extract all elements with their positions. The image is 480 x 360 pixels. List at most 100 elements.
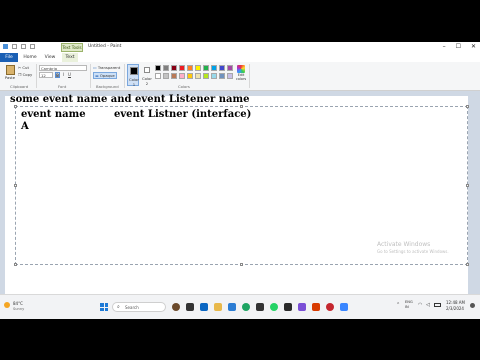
- app-icon-6[interactable]: [298, 303, 306, 311]
- column1-header-text: event name: [21, 109, 86, 120]
- app-icon-3[interactable]: [228, 303, 236, 311]
- resize-handle[interactable]: [240, 263, 243, 266]
- minimize-button[interactable]: –: [443, 43, 446, 50]
- transparent-label: Transparent: [97, 65, 121, 70]
- whatsapp-icon[interactable]: [270, 303, 278, 311]
- copy-icon: ❐: [18, 72, 22, 77]
- undo-icon[interactable]: [21, 44, 26, 49]
- tab-view[interactable]: View: [42, 53, 58, 62]
- palette-color-swatch[interactable]: [195, 73, 201, 79]
- resize-handle[interactable]: [14, 263, 17, 266]
- color-palette: [155, 65, 235, 81]
- paint-app-icon[interactable]: [340, 303, 348, 311]
- palette-color-swatch[interactable]: [163, 73, 169, 79]
- color2-button[interactable]: Color 2: [141, 64, 153, 86]
- opaque-button[interactable]: ▬ Opaque: [93, 72, 117, 79]
- canvas-workspace: some event name and event Listener name …: [0, 91, 480, 317]
- palette-color-swatch[interactable]: [187, 73, 193, 79]
- copy-button[interactable]: ❐ Copy: [18, 72, 32, 77]
- weather-text: Sunny: [13, 307, 25, 311]
- title-bar: Text Tools Untitled - Paint – ☐ ✕: [0, 42, 480, 53]
- file-explorer-icon[interactable]: [214, 303, 222, 311]
- tab-file[interactable]: File: [0, 53, 18, 62]
- palette-color-swatch[interactable]: [227, 73, 233, 79]
- palette-color-swatch[interactable]: [211, 73, 217, 79]
- tab-home[interactable]: Home: [22, 53, 38, 62]
- app-icon-5[interactable]: [284, 303, 292, 311]
- task-view-icon[interactable]: [186, 303, 194, 311]
- app-icon-4[interactable]: [256, 303, 264, 311]
- sun-icon: [4, 302, 10, 308]
- windows-logo-icon: [100, 303, 104, 307]
- tab-text[interactable]: Text: [62, 53, 78, 62]
- drawing-canvas[interactable]: some event name and event Listener name …: [5, 94, 469, 317]
- resize-handle[interactable]: [466, 184, 469, 187]
- color-wheel-icon: [237, 65, 245, 73]
- palette-color-swatch[interactable]: [211, 65, 217, 71]
- wifi-icon[interactable]: ◠: [418, 302, 422, 308]
- edit-colors-button[interactable]: Edit colors: [236, 64, 246, 86]
- app-icon-1[interactable]: [172, 303, 180, 311]
- maximize-button[interactable]: ☐: [456, 43, 461, 50]
- color1-button[interactable]: Color 1: [127, 64, 139, 87]
- palette-color-swatch[interactable]: [155, 73, 161, 79]
- row1-text: A: [21, 121, 29, 132]
- language-indicator[interactable]: ENG IN: [405, 300, 413, 310]
- palette-color-swatch[interactable]: [195, 65, 201, 71]
- app-icon-8[interactable]: [326, 303, 334, 311]
- palette-color-swatch[interactable]: [187, 65, 193, 71]
- italic-button[interactable]: I: [61, 72, 66, 78]
- palette-color-swatch[interactable]: [219, 65, 225, 71]
- quick-access-toolbar: [3, 44, 35, 49]
- speaker-icon[interactable]: ◁: [426, 302, 430, 308]
- bold-button[interactable]: B: [55, 72, 60, 78]
- resize-handle[interactable]: [240, 105, 243, 108]
- font-size-value: 12: [41, 73, 46, 78]
- color1-swatch: [130, 67, 138, 75]
- underline-button[interactable]: U: [67, 72, 72, 78]
- palette-color-swatch[interactable]: [155, 65, 161, 71]
- palette-color-swatch[interactable]: [179, 65, 185, 71]
- ribbon: Paste ✂ Cut ❐ Copy Clipboard Cambria 12 …: [0, 62, 480, 91]
- resize-handle[interactable]: [466, 263, 469, 266]
- resize-handle[interactable]: [466, 105, 469, 108]
- palette-color-swatch[interactable]: [179, 73, 185, 79]
- clock-date[interactable]: 2/3/2024: [446, 306, 464, 311]
- resize-handle[interactable]: [14, 105, 17, 108]
- cut-button[interactable]: ✂ Cut: [18, 65, 29, 70]
- palette-color-swatch[interactable]: [171, 65, 177, 71]
- font-family-select[interactable]: Cambria: [39, 65, 87, 71]
- color2-label: Color 2: [142, 76, 152, 86]
- taskbar-search-box[interactable]: ⌕ Search: [112, 302, 166, 312]
- palette-color-swatch[interactable]: [171, 73, 177, 79]
- battery-icon[interactable]: [434, 303, 441, 307]
- clock-time[interactable]: 12:48 AM: [446, 300, 465, 305]
- group-divider: [36, 64, 37, 88]
- scissors-icon: ✂: [18, 65, 22, 70]
- palette-color-swatch[interactable]: [203, 73, 209, 79]
- save-icon[interactable]: [12, 44, 17, 49]
- group-divider: [90, 64, 91, 88]
- app-icon-7[interactable]: [312, 303, 320, 311]
- close-button[interactable]: ✕: [471, 43, 476, 50]
- opaque-icon: ▬: [95, 73, 99, 78]
- taskbar-search-placeholder: Search: [125, 305, 139, 310]
- group-divider: [124, 64, 125, 88]
- palette-color-swatch[interactable]: [219, 73, 225, 79]
- palette-color-swatch[interactable]: [163, 65, 169, 71]
- tray-chevron-icon[interactable]: ⌃: [396, 302, 400, 308]
- notifications-icon[interactable]: [470, 303, 475, 308]
- clipboard-group-label: Clipboard: [10, 84, 29, 89]
- font-size-select[interactable]: 12: [39, 72, 53, 78]
- app-icon-2[interactable]: [200, 303, 208, 311]
- resize-handle[interactable]: [14, 184, 17, 187]
- search-icon: ⌕: [117, 304, 120, 310]
- start-button[interactable]: [100, 303, 108, 311]
- weather-widget[interactable]: 84°C Sunny: [4, 300, 34, 314]
- edge-browser-icon[interactable]: [242, 303, 250, 311]
- palette-color-swatch[interactable]: [203, 65, 209, 71]
- redo-icon[interactable]: [30, 44, 35, 49]
- paste-button[interactable]: Paste: [4, 65, 16, 84]
- transparent-button[interactable]: ▭ Transparent: [93, 65, 120, 70]
- palette-color-swatch[interactable]: [227, 65, 233, 71]
